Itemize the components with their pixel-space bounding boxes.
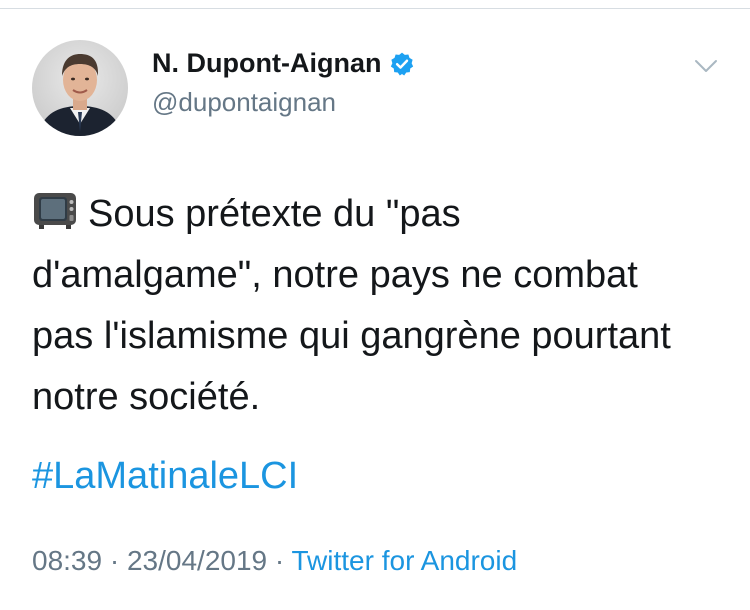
tweet-line-1: Sous prétexte du "pas [32,184,722,245]
tweet-line-1-text: Sous prétexte du "pas [88,193,461,235]
top-divider [0,8,750,9]
meta-separator-1: · [102,545,127,576]
avatar[interactable] [32,40,128,136]
tweet-source-link[interactable]: Twitter for Android [292,545,518,576]
author-display-name[interactable]: N. Dupont-Aignan [152,48,381,79]
author-name-row: N. Dupont-Aignan [152,48,415,79]
hashtag-link[interactable]: #LaMatinaleLCI [32,446,298,507]
tweet-date: 23/04/2019 [126,545,268,576]
avatar-portrait [38,54,122,136]
tweet-line-3: pas l'islamisme qui gangrène pourtant [32,315,671,357]
verified-badge-icon [391,52,414,75]
meta-separator-2: · [267,545,292,576]
chevron-down-icon[interactable] [692,56,720,76]
tweet-time: 08:39 [32,545,103,576]
author-handle[interactable]: @dupontaignan [152,87,336,118]
tweet-line-4: notre société. [32,376,261,418]
tweet-text: Sous prétexte du "pas d'amalgame", notre… [32,184,722,428]
tweet-metadata: 08:39 · 23/04/2019 · Twitter for Android [32,545,517,577]
television-icon [34,193,76,229]
tweet-line-2: d'amalgame", notre pays ne combat [32,254,638,296]
